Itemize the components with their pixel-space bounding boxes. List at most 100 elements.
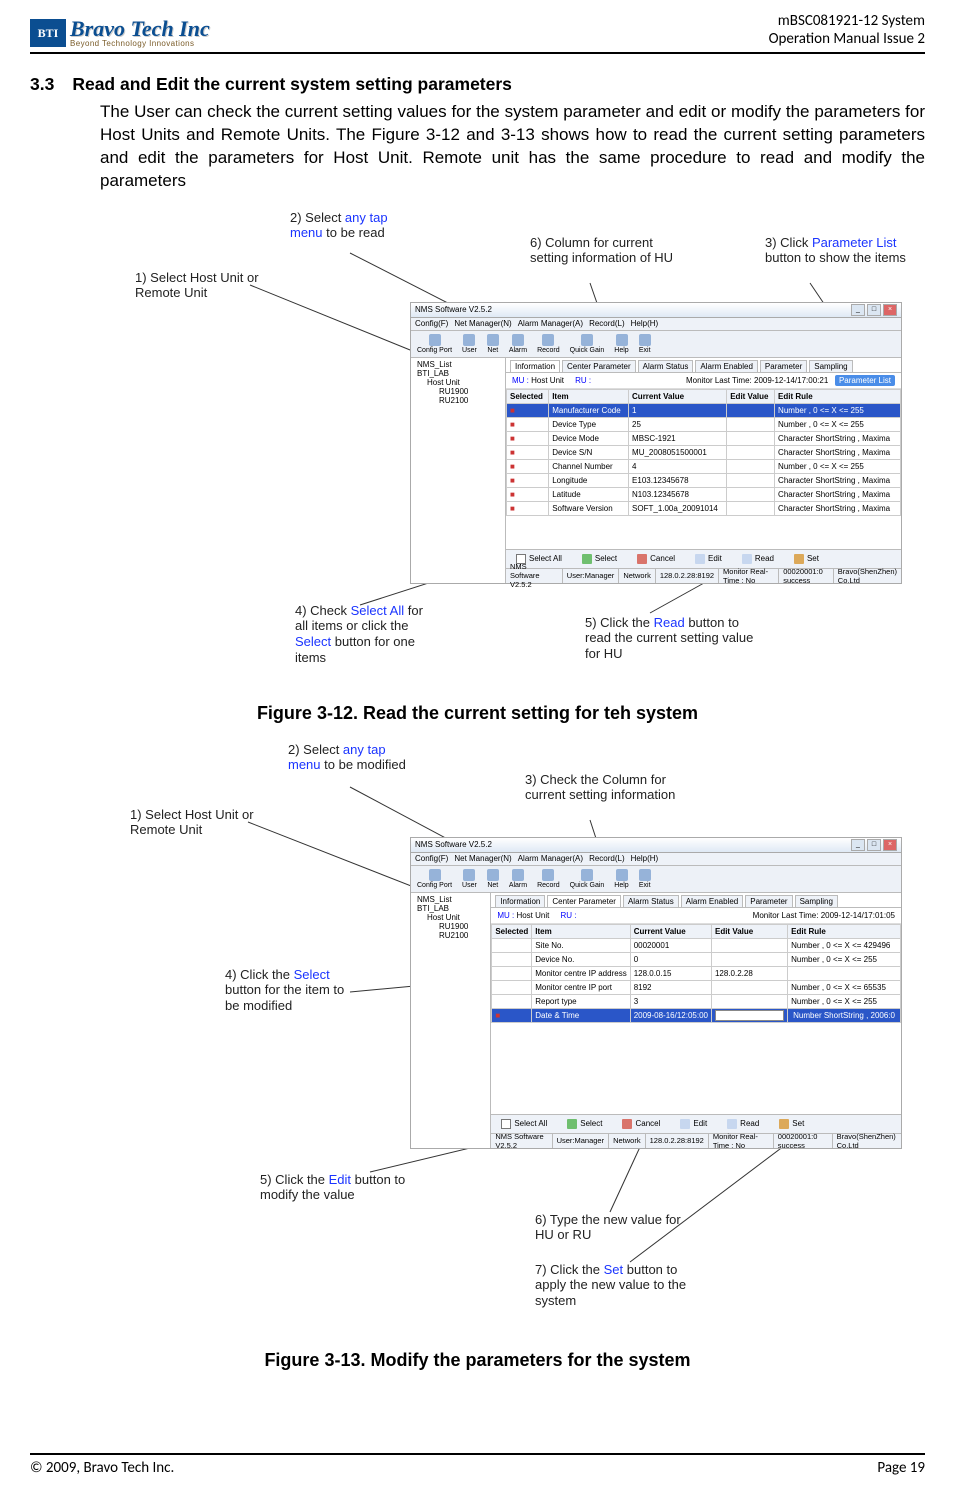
tool-exit[interactable]: Exit <box>639 334 651 354</box>
col-item: Item <box>549 389 629 403</box>
tree-root[interactable]: BTI_LAB <box>413 369 503 378</box>
figure-3-12-caption: Figure 3-12. Read the current setting fo… <box>30 703 925 724</box>
tree-ru2100[interactable]: RU2100 <box>413 396 503 405</box>
footer-left: © 2009, Bravo Tech Inc. <box>30 1459 174 1477</box>
table-row[interactable]: ■Date & Time2009-08-16/12:05:002009-12-1… <box>492 1008 901 1022</box>
figure-3-13: 1) Select Host Unit or Remote Unit 2) Se… <box>30 742 925 1332</box>
menu-help[interactable]: Help(H) <box>631 319 659 328</box>
table-row[interactable]: Monitor centre IP address128.0.0.15128.0… <box>492 966 901 980</box>
tab-alarmenabled[interactable]: Alarm Enabled <box>695 360 757 372</box>
parameter-table: Selected Item Current Value Edit Value E… <box>506 389 901 516</box>
tab-centerparameter[interactable]: Center Parameter <box>562 360 636 372</box>
table-row[interactable]: ■LatitudeN103.12345678Character ShortStr… <box>507 487 901 501</box>
tool-record[interactable]: Record <box>537 334 560 354</box>
col-currentvalue: Current Value <box>629 389 727 403</box>
tool-quickgain[interactable]: Quick Gain <box>570 334 605 354</box>
nms-window-fig12: NMS Software V2.5.2 _□× Config(F) Net Ma… <box>410 302 902 584</box>
tab-sampling[interactable]: Sampling <box>809 360 852 372</box>
menubar-13[interactable]: Config(F) Net Manager(N) Alarm Manager(A… <box>411 853 901 866</box>
table-row[interactable]: ■Device ModeMBSC-1921Character ShortStri… <box>507 431 901 445</box>
cancel-button[interactable]: Cancel <box>637 554 675 564</box>
col-editvalue: Edit Value <box>727 389 775 403</box>
tab-information[interactable]: Information <box>510 360 560 372</box>
tabs-13[interactable]: Information Center Parameter Alarm Statu… <box>491 893 901 908</box>
tree-hostunit[interactable]: Host Unit <box>413 378 503 387</box>
read-button-13[interactable]: Read <box>727 1119 759 1129</box>
callout-12-1: 1) Select Host Unit or Remote Unit <box>135 270 265 301</box>
read-button[interactable]: Read <box>742 554 774 564</box>
section-paragraph: The User can check the current setting v… <box>100 101 925 193</box>
table-row[interactable]: ■Device S/NMU_2008051500001Character Sho… <box>507 445 901 459</box>
table-row[interactable]: ■LongitudeE103.12345678Character ShortSt… <box>507 473 901 487</box>
tab-alarmstatus[interactable]: Alarm Status <box>638 360 694 372</box>
callout-12-4: 4) Check Select All for all items or cli… <box>295 603 430 665</box>
logo-tagline: Beyond Technology Innovations <box>70 40 210 48</box>
select-all-checkbox-13[interactable]: Select All <box>501 1119 547 1129</box>
section-number: 3.3 <box>30 74 54 95</box>
callout-13-6: 6) Type the new value for HU or RU <box>535 1212 695 1243</box>
menu-config[interactable]: Config(F) <box>415 319 448 328</box>
cancel-button-13[interactable]: Cancel <box>622 1119 660 1129</box>
tab-parameter[interactable]: Parameter <box>760 360 807 372</box>
info-line: MU : Host Unit RU : Monitor Last Time: 2… <box>506 373 901 389</box>
callout-12-5: 5) Click the Read button to read the cur… <box>585 615 755 662</box>
toolbar: Config Port User Net Alarm Record Quick … <box>411 331 901 358</box>
window-title-13: NMS Software V2.5.2 <box>415 840 492 849</box>
select-button[interactable]: Select <box>582 554 617 564</box>
parameter-list-button[interactable]: Parameter List <box>835 375 895 386</box>
logo-main-text: Bravo Tech Inc <box>70 18 210 40</box>
logo-badge: BTI <box>30 19 66 47</box>
tool-help[interactable]: Help <box>614 334 628 354</box>
callout-13-5: 5) Click the Edit button to modify the v… <box>260 1172 420 1203</box>
info-line-13: MU : Host Unit RU : Monitor Last Time: 2… <box>491 908 901 924</box>
table-row[interactable]: Monitor centre IP port8192Number , 0 <= … <box>492 980 901 994</box>
table-row[interactable]: Report type3Number , 0 <= X <= 255 <box>492 994 901 1008</box>
header-line-1: mBSC081921-12 System <box>769 12 925 30</box>
window-controls-13[interactable]: _□× <box>851 839 897 851</box>
tool-configport[interactable]: Config Port <box>417 334 452 354</box>
page-header: BTI Bravo Tech Inc Beyond Technology Inn… <box>30 12 925 54</box>
tree-ru1900[interactable]: RU1900 <box>413 387 503 396</box>
page-footer: © 2009, Bravo Tech Inc. Page 19 <box>30 1453 925 1477</box>
figure-3-13-caption: Figure 3-13. Modify the parameters for t… <box>30 1350 925 1371</box>
edit-button-13[interactable]: Edit <box>680 1119 707 1129</box>
col-editrule: Edit Rule <box>775 389 901 403</box>
callout-13-4: 4) Click the Select button for the item … <box>225 967 355 1014</box>
status-bar-12: NMS Software V2.5.2 User:Manager Network… <box>506 569 901 583</box>
set-button[interactable]: Set <box>794 554 819 564</box>
callout-12-2: 2) Select any tap menu to be read <box>290 210 410 241</box>
select-button-13[interactable]: Select <box>567 1119 602 1129</box>
window-titlebar: NMS Software V2.5.2 _□× <box>411 303 901 318</box>
table-row[interactable]: Site No.00020001Number , 0 <= X <= 42949… <box>492 938 901 952</box>
menu-netmanager[interactable]: Net Manager(N) <box>454 319 511 328</box>
figure-3-12: 1) Select Host Unit or Remote Unit 2) Se… <box>30 205 925 685</box>
col-selected: Selected <box>507 389 549 403</box>
tree-pane[interactable]: NMS_List BTI_LAB Host Unit RU1900 RU2100 <box>411 358 506 583</box>
parameter-table-13: Selected Item Current Value Edit Value E… <box>491 924 901 1023</box>
window-controls[interactable]: _□× <box>851 304 897 316</box>
table-row[interactable]: ■Channel Number4Number , 0 <= X <= 255 <box>507 459 901 473</box>
table-row[interactable]: ■Manufacturer Code1Number , 0 <= X <= 25… <box>507 403 901 417</box>
callout-13-2: 2) Select any tap menu to be modified <box>288 742 408 773</box>
callout-13-3: 3) Check the Column for current setting … <box>525 772 685 803</box>
header-line-2: Operation Manual Issue 2 <box>769 30 925 48</box>
section-title-text: Read and Edit the current system setting… <box>72 74 512 95</box>
edit-button[interactable]: Edit <box>695 554 722 564</box>
menu-record[interactable]: Record(L) <box>589 319 625 328</box>
tool-net[interactable]: Net <box>487 334 499 354</box>
table-row[interactable]: Device No.0Number , 0 <= X <= 255 <box>492 952 901 966</box>
action-bar: Select All Select Cancel Edit Read Set <box>506 549 901 569</box>
menu-alarmmanager[interactable]: Alarm Manager(A) <box>518 319 583 328</box>
toolbar-13: Config Port User Net Alarm Record Quick … <box>411 866 901 893</box>
table-row[interactable]: ■Software VersionSOFT_1.00a_20091014Char… <box>507 501 901 515</box>
tree-pane-13[interactable]: NMS_List BTI_LAB Host Unit RU1900 RU2100 <box>411 893 491 1148</box>
tool-alarm[interactable]: Alarm <box>509 334 527 354</box>
table-row[interactable]: ■Device Type25Number , 0 <= X <= 255 <box>507 417 901 431</box>
tool-user[interactable]: User <box>462 334 477 354</box>
header-doc-title: mBSC081921-12 System Operation Manual Is… <box>769 12 925 48</box>
company-logo: BTI Bravo Tech Inc Beyond Technology Inn… <box>30 18 210 48</box>
tabs[interactable]: Information Center Parameter Alarm Statu… <box>506 358 901 373</box>
action-bar-13: Select All Select Cancel Edit Read Set <box>491 1114 901 1134</box>
menubar[interactable]: Config(F) Net Manager(N) Alarm Manager(A… <box>411 318 901 331</box>
set-button-13[interactable]: Set <box>779 1119 804 1129</box>
